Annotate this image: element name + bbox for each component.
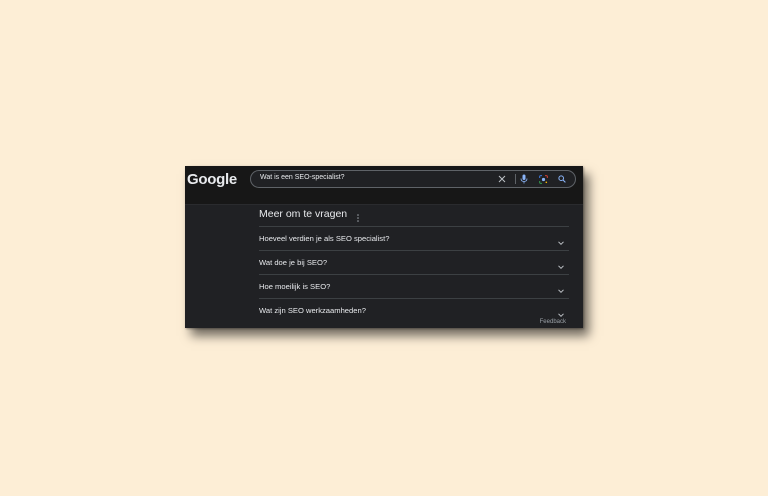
paa-question[interactable]: Wat zijn SEO werkzaamheden? — [259, 298, 569, 322]
search-header: Google Wat is een SEO-specialist? — [185, 166, 583, 205]
chevron-down-icon[interactable] — [557, 282, 565, 294]
search-box-divider — [515, 174, 516, 184]
search-results-screenshot: Google Wat is een SEO-specialist? Meer o… — [185, 166, 583, 328]
search-input[interactable]: Wat is een SEO-specialist? — [260, 174, 345, 181]
close-icon[interactable] — [495, 172, 509, 186]
paa-question-text: Hoeveel verdien je als SEO specialist? — [259, 234, 390, 243]
google-logo[interactable]: Google — [187, 171, 237, 188]
paa-heading: Meer om te vragen — [259, 208, 348, 220]
feedback-link[interactable]: Feedback — [540, 319, 566, 325]
paa-question-text: Wat zijn SEO werkzaamheden? — [259, 306, 366, 315]
paa-question[interactable]: Hoe moeilijk is SEO? — [259, 274, 569, 298]
microphone-icon[interactable] — [517, 172, 531, 186]
search-icon[interactable] — [555, 172, 569, 186]
lens-icon[interactable] — [536, 172, 550, 186]
chevron-down-icon[interactable] — [557, 306, 565, 318]
people-also-ask: Meer om te vragen Hoeveel verdien je als… — [259, 204, 569, 322]
paa-question-text: Wat doe je bij SEO? — [259, 258, 328, 267]
chevron-down-icon[interactable] — [557, 258, 565, 270]
paa-question-text: Hoe moeilijk is SEO? — [259, 282, 331, 291]
search-box[interactable]: Wat is een SEO-specialist? — [250, 170, 576, 188]
page-background: Google Wat is een SEO-specialist? Meer o… — [0, 0, 768, 496]
paa-header: Meer om te vragen — [259, 204, 569, 226]
chevron-down-icon[interactable] — [557, 234, 565, 246]
paa-question[interactable]: Wat doe je bij SEO? — [259, 250, 569, 274]
paa-question[interactable]: Hoeveel verdien je als SEO specialist? — [259, 226, 569, 250]
more-vert-icon[interactable] — [355, 210, 361, 222]
